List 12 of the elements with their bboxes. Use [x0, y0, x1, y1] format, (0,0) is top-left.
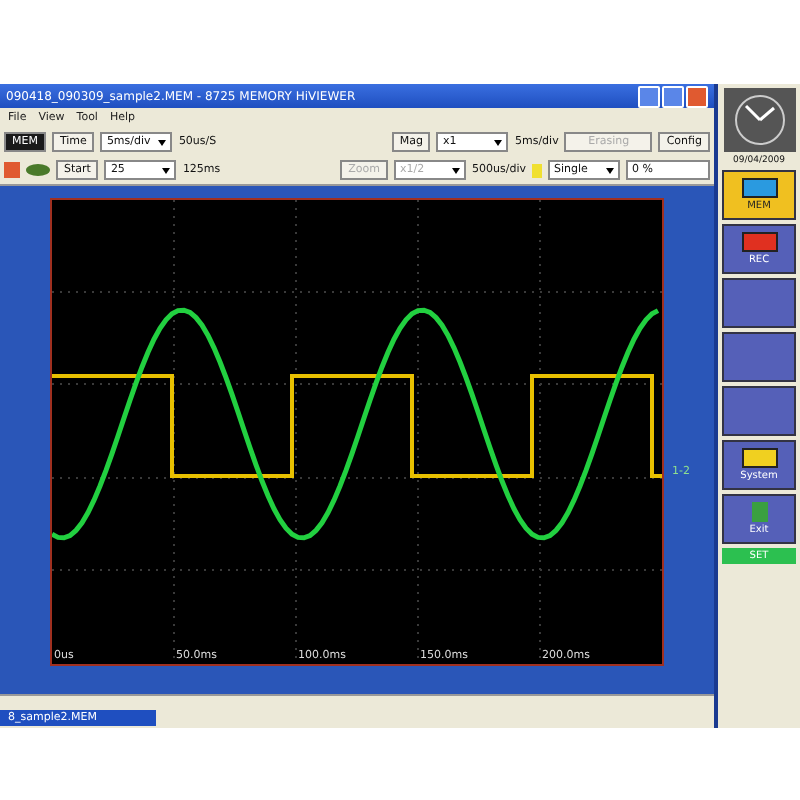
door-icon [751, 502, 767, 522]
display-icon [741, 178, 777, 198]
side-button[interactable] [722, 332, 796, 382]
display-icon [741, 448, 777, 468]
close-button[interactable] [686, 85, 708, 107]
minimize-button[interactable] [638, 85, 660, 107]
side-button[interactable] [722, 278, 796, 328]
clock-icon [723, 88, 795, 152]
display-icon [741, 232, 777, 252]
restore-button[interactable] [662, 85, 684, 107]
side-button[interactable] [722, 386, 796, 436]
horizontal-scrollbar[interactable] [0, 694, 714, 708]
